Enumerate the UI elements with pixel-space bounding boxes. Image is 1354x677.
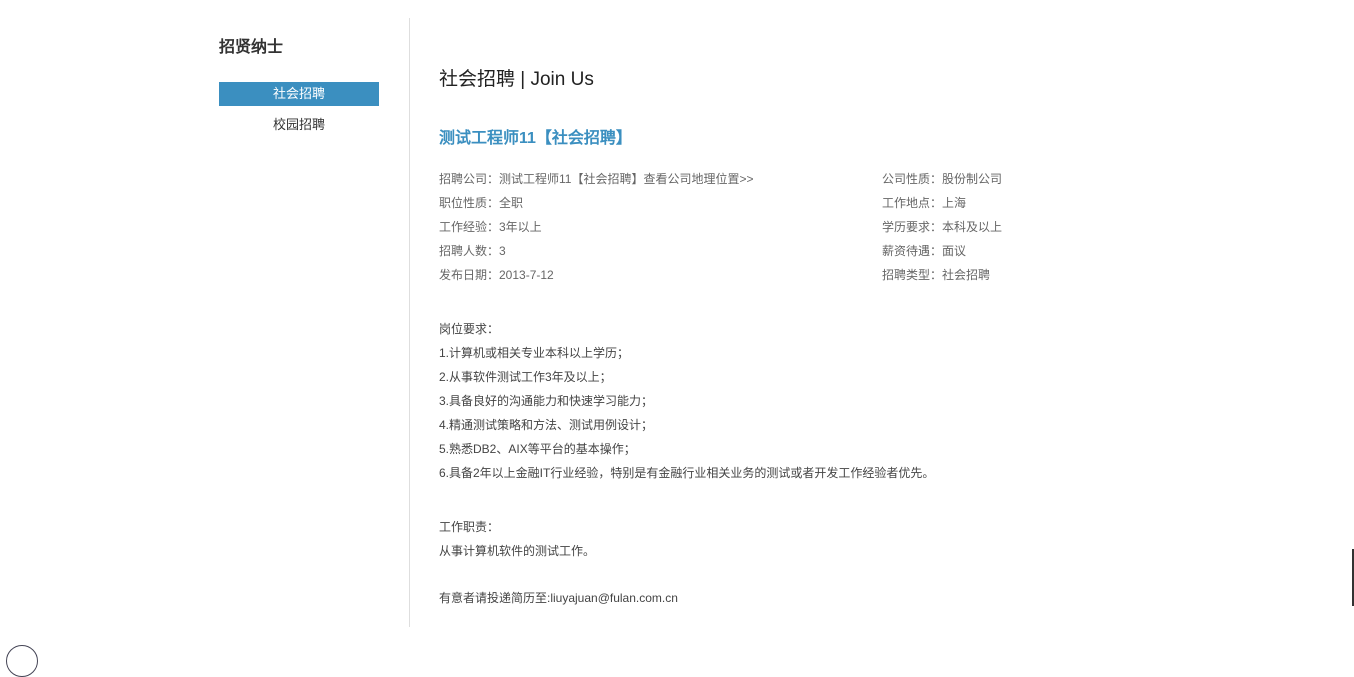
requirement-item: 2.从事软件测试工作3年及以上；	[439, 370, 612, 384]
vertical-divider	[409, 18, 410, 627]
sidebar-item-social-recruitment[interactable]: 社会招聘	[219, 82, 379, 106]
job-title: 测试工程师11【社会招聘】	[439, 130, 632, 147]
education-requirement: 学历要求：本科及以上	[882, 220, 1003, 234]
contact-email: 有意者请投递简历至:liuyajuan@fulan.com.cn	[439, 591, 678, 605]
publish-date: 发布日期：2013-7-12	[439, 268, 554, 282]
company-value: 测试工程师11【社会招聘】	[499, 172, 644, 186]
floating-circle-icon[interactable]	[6, 645, 38, 677]
company-label: 招聘公司：	[439, 172, 500, 186]
requirement-item: 6.具备2年以上金融IT行业经验，特别是有金融行业相关业务的测试或者开发工作经验…	[439, 466, 935, 480]
duties-heading: 工作职责：	[439, 520, 500, 534]
requirements-section: 岗位要求： 1.计算机或相关专业本科以上学历； 2.从事软件测试工作3年及以上；…	[439, 318, 934, 486]
company-map-link[interactable]: 查看公司地理位置>>	[643, 172, 753, 186]
work-location: 工作地点：上海	[882, 196, 967, 210]
requirement-item: 5.熟悉DB2、AIX等平台的基本操作；	[439, 442, 636, 456]
position-type: 职位性质：全职	[439, 196, 524, 210]
sidebar-title: 招贤纳士	[219, 39, 284, 56]
salary: 薪资待遇：面议	[882, 244, 967, 258]
company-row: 招聘公司：测试工程师11【社会招聘】查看公司地理位置>>	[439, 168, 754, 192]
requirement-item: 3.具备良好的沟通能力和快速学习能力；	[439, 394, 654, 408]
requirement-item: 4.精通测试策略和方法、测试用例设计；	[439, 418, 654, 432]
work-experience: 工作经验：3年以上	[439, 220, 542, 234]
sidebar-item-campus-recruitment[interactable]: 校园招聘	[219, 113, 379, 137]
requirements-heading: 岗位要求：	[439, 322, 500, 336]
duties-section: 工作职责： 从事计算机软件的测试工作。	[439, 516, 595, 564]
company-nature: 公司性质：股份制公司	[882, 172, 1003, 186]
requirement-item: 1.计算机或相关专业本科以上学历；	[439, 346, 630, 360]
page-title: 社会招聘 | Join Us	[439, 69, 594, 90]
headcount: 招聘人数：3	[439, 244, 506, 258]
job-info-right: 公司性质：股份制公司 工作地点：上海 学历要求：本科及以上 薪资待遇：面议 招聘…	[882, 168, 1002, 288]
duty-item: 从事计算机软件的测试工作。	[439, 544, 596, 558]
job-info-left: 招聘公司：测试工程师11【社会招聘】查看公司地理位置>> 职位性质：全职 工作经…	[439, 168, 754, 288]
recruit-type: 招聘类型：社会招聘	[882, 268, 991, 282]
